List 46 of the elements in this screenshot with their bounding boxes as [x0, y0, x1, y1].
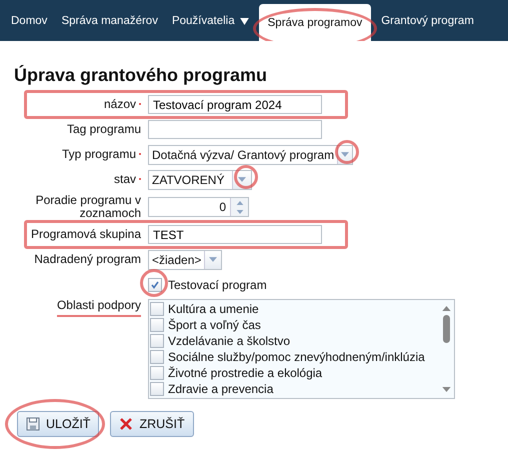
checkbox-label: Testovací program: [168, 278, 267, 292]
checkbox-label: Kultúra a umenie: [168, 302, 259, 316]
caret-icon: [209, 257, 218, 262]
checkbox-label: Zdravie a prevencia: [168, 382, 274, 396]
caret-icon: [238, 177, 246, 182]
text-field[interactable]: Testovací program 2024: [148, 95, 322, 114]
field-label: stav: [114, 173, 136, 186]
field-label: Nadradený program: [34, 253, 141, 266]
dropdown-field[interactable]: ZATVORENÝ: [148, 170, 252, 190]
dropdown-field[interactable]: <žiaden>: [148, 250, 222, 270]
field-label: Poradie programu v zoznamoch: [34, 194, 141, 220]
checkbox[interactable]: [150, 350, 164, 364]
checkbox[interactable]: [150, 366, 164, 380]
field-label: názov: [104, 98, 136, 111]
checkbox[interactable]: [150, 318, 164, 332]
checkbox-label: Sociálne služby/pomoc znevýhodneným/inklúzia: [168, 350, 425, 364]
checkbox[interactable]: [150, 302, 164, 316]
nav-tab[interactable]: Domov: [4, 4, 54, 38]
check-icon: [150, 280, 160, 290]
up-arrow-icon[interactable]: [236, 200, 244, 204]
scrollbar-thumb[interactable]: [442, 315, 450, 343]
field-label: Oblasti podpory: [56, 299, 141, 312]
text-field[interactable]: [148, 120, 322, 139]
cancel-button[interactable]: ZRUŠIŤ: [110, 411, 194, 437]
nav-tab[interactable]: Grantový program: [374, 4, 481, 38]
number-field[interactable]: 0: [148, 197, 249, 217]
caret-icon: [341, 152, 350, 157]
scroll-up-icon[interactable]: [442, 306, 450, 311]
field-label: Tag programu: [66, 123, 141, 136]
field-label: Typ programu: [62, 148, 136, 161]
nav-tab[interactable]: Používatelia: [164, 4, 256, 38]
page-title: Úprava grantového programu: [14, 65, 268, 86]
scroll-down-icon[interactable]: [442, 387, 450, 392]
checkbox[interactable]: [150, 334, 164, 348]
save-button[interactable]: ULOŽIŤ: [17, 411, 100, 437]
text-field[interactable]: TEST: [148, 225, 322, 244]
close-icon: [119, 417, 134, 431]
dropdown-field[interactable]: Dotačná výzva/ Grantový program: [148, 144, 353, 164]
down-arrow-icon[interactable]: [236, 210, 244, 214]
checkbox-label: Šport a voľný čas: [168, 318, 261, 332]
checkbox[interactable]: [148, 278, 162, 292]
checkbox-label: Životné prostredie a ekológia: [168, 366, 322, 380]
field-label: Programová skupina: [30, 228, 141, 241]
checkbox[interactable]: [150, 382, 164, 396]
nav-tab[interactable]: Správa manažérov: [54, 4, 165, 38]
checkbox-label: Vzdelávanie a školstvo: [168, 334, 290, 348]
